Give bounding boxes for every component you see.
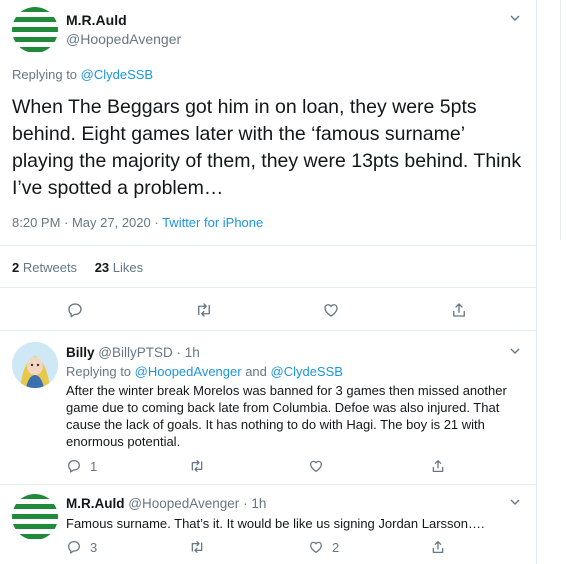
avatar[interactable]: [12, 494, 58, 540]
author-name[interactable]: M.R.Auld: [66, 496, 125, 511]
meta-separator: ·: [239, 496, 252, 511]
replying-to-and: and: [241, 364, 271, 379]
retweet-icon: [188, 458, 206, 474]
like-icon: [308, 458, 324, 474]
replying-to-line: Replying to @HoopedAvenger and @ClydeSSB: [66, 364, 343, 379]
retweets-count: 2: [12, 260, 20, 275]
author-name[interactable]: Billy: [66, 345, 95, 360]
author-handle[interactable]: @HoopedAvenger: [66, 31, 181, 47]
tweet-source[interactable]: Twitter for iPhone: [162, 215, 263, 230]
adjacent-panel-edge: [560, 0, 566, 240]
reply-count: 1: [90, 458, 98, 474]
tweet-thread-column: M.R.Auld @HoopedAvenger Replying to @Cly…: [0, 0, 537, 564]
divider: [0, 484, 536, 485]
like-count: 2: [332, 539, 340, 555]
replying-to-link[interactable]: @ClydeSSB: [81, 67, 153, 82]
share-button[interactable]: [450, 301, 468, 319]
like-button[interactable]: [308, 458, 332, 474]
reply-button[interactable]: 3: [66, 539, 97, 555]
reply-header: Billy @BillyPTSD · 1h: [66, 345, 200, 360]
share-icon: [430, 458, 446, 474]
replying-to-prefix: Replying to: [66, 364, 135, 379]
like-icon: [322, 301, 340, 319]
meta-separator: ·: [172, 345, 185, 360]
divider: [0, 330, 536, 331]
meta-separator: ·: [150, 215, 163, 230]
divider: [0, 287, 536, 288]
chevron-down-icon[interactable]: [510, 497, 520, 507]
reply-time[interactable]: 1h: [251, 496, 266, 511]
share-button[interactable]: [430, 539, 446, 555]
author-name[interactable]: M.R.Auld: [66, 12, 127, 28]
share-icon: [430, 539, 446, 555]
share-icon: [450, 301, 468, 319]
replying-to-prefix: Replying to: [12, 67, 81, 82]
reply-header: M.R.Auld @HoopedAvenger · 1h: [66, 496, 266, 511]
like-button[interactable]: 2: [308, 539, 339, 555]
retweet-button[interactable]: [194, 301, 214, 319]
author-handle[interactable]: @BillyPTSD: [98, 345, 172, 360]
likes-stat[interactable]: 23 Likes: [95, 260, 143, 275]
tweet-stats: 2 Retweets 23 Likes: [12, 260, 143, 275]
avatar[interactable]: [12, 342, 58, 388]
tweet-meta: 8:20 PM · May 27, 2020 · Twitter for iPh…: [12, 215, 263, 230]
retweet-icon: [194, 301, 214, 319]
reply-icon: [66, 301, 84, 319]
like-button[interactable]: [322, 301, 340, 319]
reply-button[interactable]: [66, 301, 84, 319]
reply-text: Famous surname. That’s it. It would be l…: [66, 516, 485, 531]
reply-icon: [66, 458, 82, 474]
tweet-timestamp[interactable]: 8:20 PM · May 27, 2020: [12, 215, 151, 230]
replying-to-link[interactable]: @HoopedAvenger: [135, 364, 242, 379]
retweets-label: Retweets: [22, 260, 78, 275]
share-button[interactable]: [430, 458, 446, 474]
reply-count: 3: [90, 539, 98, 555]
replying-to-line: Replying to @ClydeSSB: [12, 67, 153, 82]
avatar[interactable]: [12, 7, 58, 53]
reply-time[interactable]: 1h: [185, 345, 200, 360]
chevron-down-icon[interactable]: [510, 13, 520, 23]
retweets-stat[interactable]: 2 Retweets: [12, 260, 81, 275]
retweet-button[interactable]: [188, 539, 214, 555]
retweet-button[interactable]: [188, 458, 214, 474]
tweet-text: When The Beggars got him in on loan, the…: [12, 96, 522, 199]
chevron-down-icon[interactable]: [510, 346, 520, 356]
reply-icon: [66, 539, 82, 555]
like-icon: [308, 539, 324, 555]
reply-button[interactable]: 1: [66, 458, 97, 474]
likes-label: Likes: [112, 260, 144, 275]
retweet-icon: [188, 539, 206, 555]
reply-text: After the winter break Morelos was banne…: [66, 383, 507, 449]
author-handle[interactable]: @HoopedAvenger: [128, 496, 239, 511]
divider: [0, 245, 536, 246]
replying-to-link[interactable]: @ClydeSSB: [271, 364, 343, 379]
likes-count: 23: [94, 260, 110, 275]
